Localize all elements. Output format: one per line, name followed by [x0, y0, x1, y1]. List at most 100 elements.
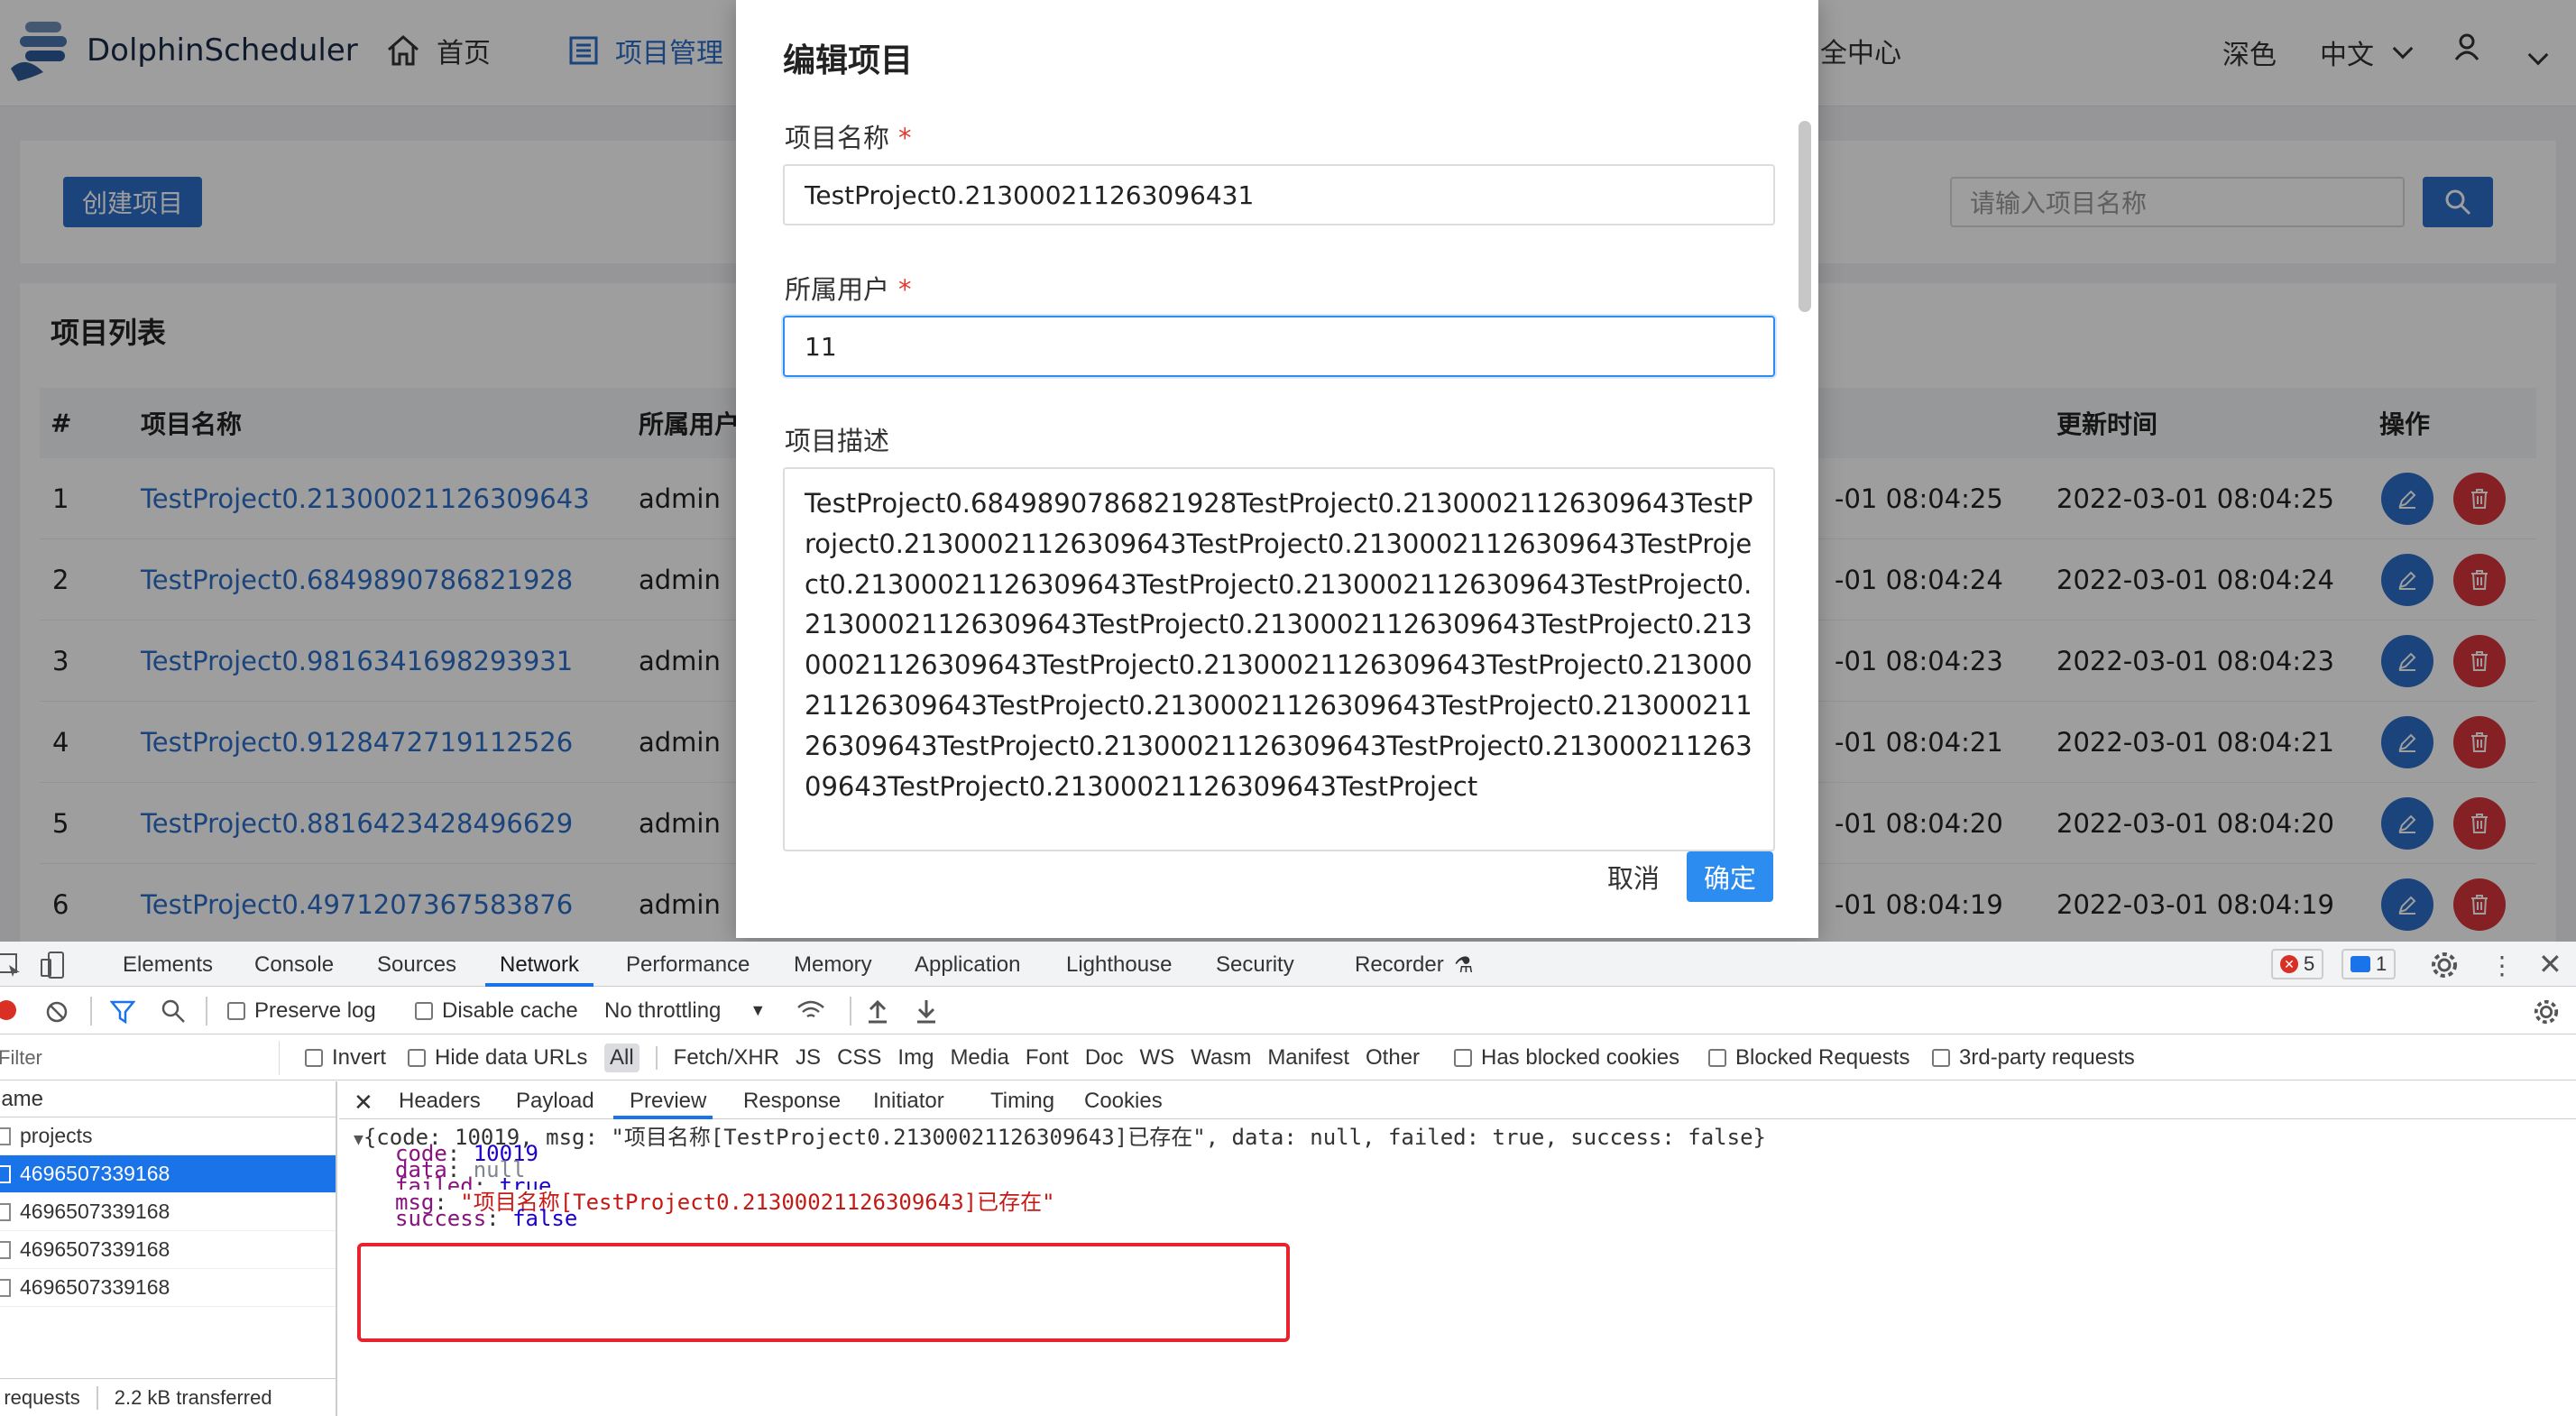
request-name: projects: [20, 1124, 93, 1147]
request-row[interactable]: 4696507339168: [0, 1269, 336, 1307]
preview-failed-line: failed: true: [395, 1173, 552, 1190]
third-party-checkbox[interactable]: 3rd-party requests: [1932, 1045, 2135, 1071]
request-row[interactable]: 4696507339168: [0, 1193, 336, 1231]
blocked-requests-checkbox[interactable]: Blocked Requests: [1708, 1045, 1909, 1071]
devtools-tab-network[interactable]: Network: [500, 952, 579, 978]
devtools-tab-sources[interactable]: Sources: [377, 952, 456, 978]
modal-title: 编辑项目: [783, 42, 914, 79]
transferred-size: 2.2 kB transferred: [114, 1385, 272, 1409]
settings-gear-icon[interactable]: [2430, 951, 2459, 979]
type-filter-fetchxhr[interactable]: Fetch/XHR: [674, 1045, 779, 1071]
network-settings-gear-icon[interactable]: [2533, 998, 2560, 1025]
project-name-value: TestProject0.213000211263096431: [805, 179, 1255, 210]
owner-input[interactable]: 11: [783, 316, 1775, 377]
detail-tabbar: ✕ Headers Payload Preview Response Initiator…: [339, 1081, 2576, 1119]
detail-tab-initiator[interactable]: Initiator: [873, 1089, 944, 1114]
throttling-select[interactable]: No throttling ▼: [604, 998, 766, 1024]
devtools-tab-lighthouse[interactable]: Lighthouse: [1066, 952, 1172, 978]
document-icon: [0, 1126, 11, 1145]
clear-icon[interactable]: [45, 1000, 69, 1024]
confirm-button[interactable]: 确定: [1687, 851, 1773, 902]
filter-bar: Filter Invert Hide data URLs All Fetch/XH…: [0, 1035, 2576, 1080]
devtools-tab-elements[interactable]: Elements: [123, 952, 213, 978]
network-conditions-icon[interactable]: [796, 998, 826, 1024]
detail-tab-payload[interactable]: Payload: [516, 1089, 594, 1114]
cancel-button[interactable]: 取消: [1584, 851, 1683, 902]
type-filter-other[interactable]: Other: [1366, 1045, 1420, 1071]
project-name-label: 项目名称 *: [785, 123, 912, 153]
type-filter-manifest[interactable]: Manifest: [1267, 1045, 1349, 1071]
type-filter-wasm[interactable]: Wasm: [1191, 1045, 1251, 1071]
type-filter-ws[interactable]: WS: [1140, 1045, 1175, 1071]
request-row[interactable]: 4696507339168: [0, 1231, 336, 1269]
caret-down-icon: ▼: [750, 1001, 767, 1019]
record-icon[interactable]: [0, 1000, 16, 1020]
blocked-cookies-checkbox[interactable]: Has blocked cookies: [1454, 1045, 1679, 1071]
inspect-icon[interactable]: [0, 952, 22, 978]
type-filter-css[interactable]: CSS: [837, 1045, 881, 1071]
devtools-tab-console[interactable]: Console: [254, 952, 334, 978]
invert-checkbox[interactable]: Invert: [305, 1045, 386, 1071]
devtools-tab-recorder[interactable]: Recorder: [1355, 952, 1444, 978]
close-detail-icon[interactable]: ✕: [354, 1089, 373, 1117]
project-name-input[interactable]: TestProject0.213000211263096431: [783, 164, 1775, 225]
search-icon[interactable]: [161, 998, 186, 1024]
error-icon: ✕: [2280, 955, 2298, 973]
preserve-log-checkbox[interactable]: Preserve log: [227, 998, 376, 1024]
filter-input[interactable]: Filter: [0, 1041, 280, 1075]
detail-tab-response[interactable]: Response: [743, 1089, 841, 1114]
document-icon: [0, 1278, 11, 1297]
filter-icon[interactable]: [110, 1000, 135, 1024]
upload-icon[interactable]: [866, 998, 889, 1024]
devtools-tabbar: Elements Console Sources Network Performance…: [0, 942, 2576, 987]
devtools-tab-memory[interactable]: Memory: [794, 952, 872, 978]
recorder-flask-icon: ⚗: [1454, 953, 1474, 978]
type-filter-doc[interactable]: Doc: [1085, 1045, 1124, 1071]
devtools-tab-security[interactable]: Security: [1216, 952, 1294, 978]
error-badge[interactable]: ✕ 5: [2271, 949, 2324, 979]
resource-type-filters: All Fetch/XHR JS CSS Img Media Font Doc WS Wasm Ma…: [604, 1043, 1420, 1072]
type-filter-img[interactable]: Img: [897, 1045, 934, 1071]
detail-tab-cookies[interactable]: Cookies: [1084, 1089, 1163, 1114]
document-icon: [0, 1240, 11, 1259]
request-row[interactable]: 4696507339168: [0, 1155, 336, 1193]
type-filter-js[interactable]: JS: [796, 1045, 821, 1071]
request-name: 4696507339168: [20, 1237, 170, 1261]
request-row[interactable]: projects: [0, 1117, 336, 1155]
download-icon[interactable]: [915, 998, 938, 1024]
preview-summary: {code: 10019, msg: "项目名称[TestProject0.21…: [363, 1125, 1766, 1150]
error-highlight-box: [357, 1243, 1290, 1342]
devtools-panel: Elements Console Sources Network Performance…: [0, 942, 2576, 1416]
expand-triangle-icon: ▼: [354, 1130, 363, 1149]
detail-tab-timing[interactable]: Timing: [990, 1089, 1054, 1114]
name-column-header[interactable]: Name: [0, 1081, 336, 1117]
request-name: 4696507339168: [20, 1275, 170, 1299]
device-toolbar-icon[interactable]: [40, 951, 67, 979]
detail-tab-preview[interactable]: Preview: [630, 1089, 706, 1114]
hide-data-urls-checkbox[interactable]: Hide data URLs: [408, 1045, 587, 1071]
preview-tab-indicator: [613, 1116, 713, 1119]
preview-summary-line[interactable]: ▼{code: 10019, msg: "项目名称[TestProject0.2…: [354, 1123, 1766, 1154]
devtools-tab-application[interactable]: Application: [915, 952, 1020, 978]
filter-separator: [655, 1045, 658, 1070]
close-devtools-icon[interactable]: ✕: [2538, 947, 2562, 981]
request-list: Name projects 4696507339168 4696507339168 4…: [0, 1081, 337, 1416]
disable-cache-checkbox[interactable]: Disable cache: [415, 998, 578, 1024]
error-count: 5: [2304, 952, 2315, 975]
network-summary: 5 requests 2.2 kB transferred: [0, 1378, 336, 1416]
filter-placeholder: Filter: [0, 1046, 42, 1069]
type-filter-font[interactable]: Font: [1026, 1045, 1069, 1071]
document-icon: [0, 1164, 11, 1183]
description-textarea[interactable]: TestProject0.6849890786821928TestProject…: [783, 467, 1775, 851]
network-tab-indicator: [485, 983, 593, 987]
message-badge[interactable]: 1: [2341, 949, 2397, 979]
type-filter-all[interactable]: All: [604, 1043, 639, 1072]
type-filter-media[interactable]: Media: [950, 1045, 1008, 1071]
more-options-icon[interactable]: ⋮: [2489, 951, 2515, 980]
devtools-tab-performance[interactable]: Performance: [626, 952, 750, 978]
edit-project-modal: 编辑项目 项目名称 * TestProject0.2130002112630964…: [736, 0, 1818, 938]
description-label: 项目描述: [785, 426, 890, 456]
modal-scrollbar[interactable]: [1799, 121, 1811, 312]
detail-tab-headers[interactable]: Headers: [399, 1089, 481, 1114]
message-icon: [2351, 956, 2370, 972]
